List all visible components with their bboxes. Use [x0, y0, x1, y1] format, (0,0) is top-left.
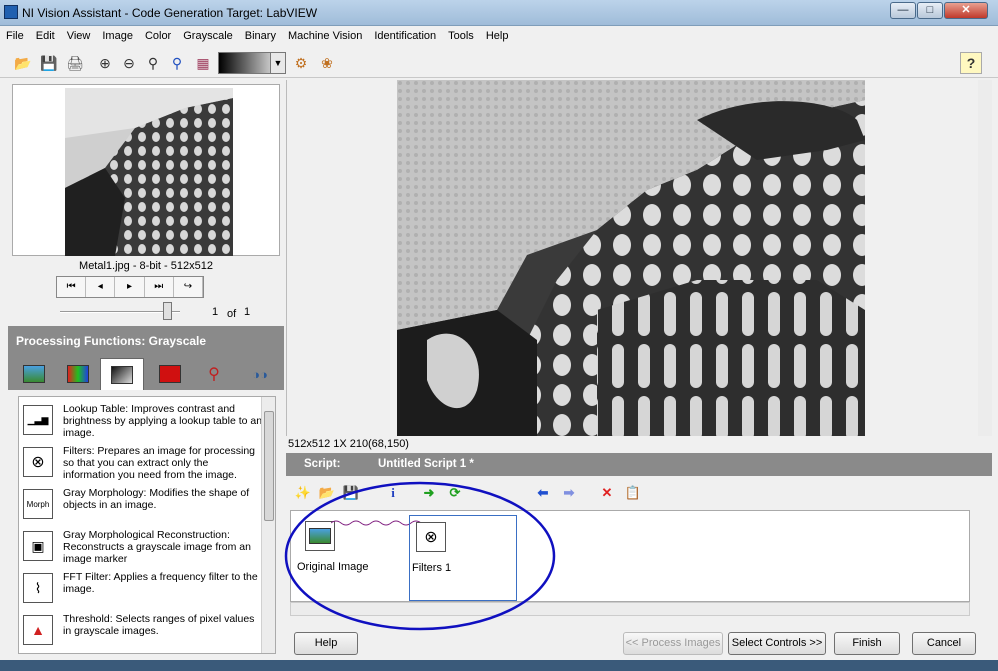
clipboard-icon[interactable]: 📋: [622, 482, 644, 504]
process-images-button[interactable]: << Process Images: [623, 632, 723, 655]
select-controls-button[interactable]: Select Controls >>: [728, 632, 826, 655]
function-list-scrollbar[interactable]: [261, 397, 275, 653]
grayscale-icon: [111, 365, 133, 384]
menu-machine-vision[interactable]: Machine Vision: [282, 27, 368, 42]
open-in-viewer-button[interactable]: ↪: [173, 277, 204, 297]
next-image-button[interactable]: ▸: [115, 277, 145, 297]
pixel-coordinate-status: (68,150): [368, 438, 409, 450]
page-of-label: of: [227, 308, 237, 320]
machine-vision-icon: ⚲: [208, 366, 220, 383]
previous-image-button[interactable]: ◂: [86, 277, 116, 297]
function-description: Threshold: Selects ranges of pixel value…: [63, 613, 255, 637]
tab-image[interactable]: [12, 358, 56, 390]
zoom-out-icon[interactable]: ⊖: [118, 52, 140, 74]
annotation-ellipse: [284, 481, 556, 631]
function-description: Gray Morphological Reconstruction: Recon…: [63, 529, 251, 565]
gray-morphological-reconstruction-icon: ▣: [23, 531, 53, 561]
menu-image[interactable]: Image: [96, 27, 139, 42]
close-button[interactable]: ✕: [944, 2, 988, 19]
app-icon: [4, 5, 18, 19]
thumbnail-image[interactable]: [65, 88, 233, 256]
script-label: Script:: [304, 458, 341, 470]
menu-view[interactable]: View: [61, 27, 97, 42]
filters-icon: ⊗: [23, 447, 53, 477]
help-button[interactable]: ?: [960, 52, 982, 74]
first-image-button[interactable]: ⏮: [57, 277, 87, 297]
function-description: Lookup Table: Improves contrast and brig…: [63, 403, 263, 439]
function-description: FFT Filter: Applies a frequency filter t…: [63, 571, 258, 595]
thumbnail-caption: Metal1.jpg - 8-bit - 512x512: [79, 260, 213, 272]
cancel-button[interactable]: Cancel: [912, 632, 976, 655]
lookup-table-icon: ▁▃▆: [23, 405, 53, 435]
maximize-button[interactable]: □: [917, 2, 943, 19]
menu-color[interactable]: Color: [139, 27, 177, 42]
processing-functions-header: Processing Functions: Grayscale: [8, 326, 284, 354]
minimize-button[interactable]: —: [890, 2, 916, 19]
save-image-icon[interactable]: 💾: [38, 52, 60, 74]
help-button-bottom[interactable]: Help: [294, 632, 358, 655]
tab-grayscale[interactable]: [100, 358, 144, 390]
color-tools-icon[interactable]: ❀: [316, 52, 338, 74]
identification-icon: ◑◑: [252, 366, 268, 382]
function-list: ▁▃▆ Lookup Table: Improves contrast and …: [18, 396, 276, 654]
binary-icon: [159, 365, 181, 383]
function-description: Gray Morphology: Modifies the shape of o…: [63, 487, 250, 511]
threshold-icon: ▲: [23, 615, 53, 645]
function-description: Filters: Prepares an image for processin…: [63, 445, 255, 481]
image-viewer: [286, 80, 979, 436]
image-slider-handle[interactable]: [163, 302, 172, 320]
menu-edit[interactable]: Edit: [30, 27, 61, 42]
menu-help[interactable]: Help: [480, 27, 515, 42]
os-taskbar: [0, 660, 998, 671]
image-slider-track[interactable]: [60, 311, 180, 313]
last-image-button[interactable]: ⏭: [144, 277, 174, 297]
menu-tools[interactable]: Tools: [442, 27, 480, 42]
finish-button[interactable]: Finish: [834, 632, 900, 655]
menu-identification[interactable]: Identification: [368, 27, 442, 42]
acquire-image-icon[interactable]: ⚙: [290, 52, 312, 74]
menu-grayscale[interactable]: Grayscale: [177, 27, 239, 42]
image-icon: [23, 365, 45, 383]
image-navigator: ⏮ ◂ ▸ ⏭ ↪: [56, 276, 204, 298]
image-size-status: 512x512 1X 210: [288, 438, 369, 450]
thumbnail-frame: [12, 84, 280, 256]
scrollbar-thumb[interactable]: [264, 411, 274, 521]
menu-bar: File Edit View Image Color Grayscale Binary Mac…: [0, 27, 998, 47]
tab-identification[interactable]: ◑◑: [238, 358, 282, 390]
print-icon[interactable]: 🖨: [64, 52, 86, 74]
gray-morphology-icon: Morph: [23, 489, 53, 519]
chevron-down-icon[interactable]: ▼: [270, 52, 286, 74]
menu-binary[interactable]: Binary: [239, 27, 282, 42]
script-header: Script: Untitled Script 1 *: [286, 453, 992, 476]
open-image-icon[interactable]: 📂: [12, 52, 34, 74]
window-title: NI Vision Assistant - Code Generation Ta…: [22, 6, 318, 20]
tab-machine-vision[interactable]: ⚲: [192, 358, 236, 390]
viewer-status-bar: 512x512 1X 210 (68,150): [286, 437, 978, 451]
script-name: Untitled Script 1 *: [378, 458, 474, 470]
processing-tabs: ⚲ ◑◑: [8, 354, 284, 390]
image-info-icon[interactable]: ▦: [192, 52, 214, 74]
image-browser: Metal1.jpg - 8-bit - 512x512 ⏮ ◂ ▸ ⏭ ↪ 1…: [8, 80, 284, 325]
page-total: 1: [244, 306, 251, 318]
title-bar: NI Vision Assistant - Code Generation Ta…: [0, 0, 998, 26]
main-image[interactable]: [397, 80, 865, 436]
zoom-fit-icon[interactable]: ⚲: [166, 52, 188, 74]
delete-step-icon[interactable]: ✕: [596, 482, 618, 504]
menu-file[interactable]: File: [0, 27, 30, 42]
color-icon: [67, 365, 89, 383]
main-toolbar: 📂 💾 🖨 ⊕ ⊖ ⚲ ⚲ ▦ ▼ ⚙ ❀ ?: [0, 48, 998, 78]
tab-color[interactable]: [56, 358, 100, 390]
tab-binary[interactable]: [148, 358, 192, 390]
zoom-in-icon[interactable]: ⊕: [94, 52, 116, 74]
fft-filter-icon: ⌇: [23, 573, 53, 603]
viewer-vertical-scrollbar[interactable]: [978, 80, 992, 436]
page-current: 1: [212, 306, 219, 318]
zoom-1-1-icon[interactable]: ⚲: [142, 52, 164, 74]
